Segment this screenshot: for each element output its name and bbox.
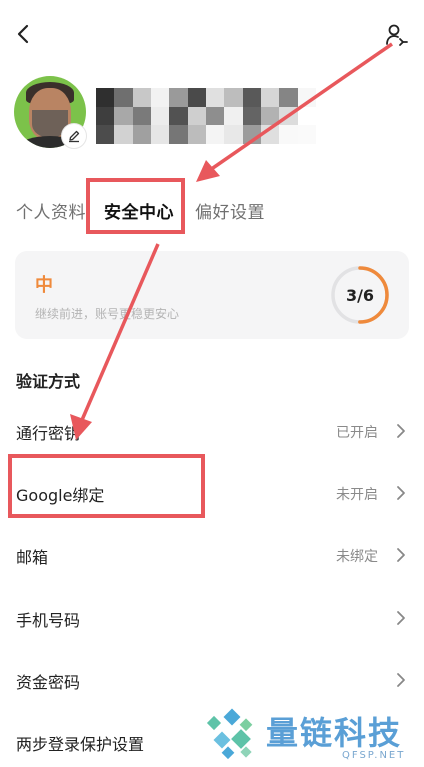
chevron-right-icon: [397, 548, 405, 562]
mosaic-cell: [206, 106, 225, 126]
mosaic-cell: [279, 125, 298, 144]
chevron-right-icon: [397, 424, 405, 438]
list-item-status: 未开启: [336, 487, 378, 503]
user-settings-icon[interactable]: [384, 22, 410, 48]
mosaic-cell: [279, 88, 298, 107]
tab-personal-info[interactable]: 个人资料: [16, 198, 86, 223]
mosaic-cell: [224, 106, 243, 126]
security-level: 中: [35, 275, 53, 296]
top-bar: [0, 0, 424, 64]
mosaic-cell: [114, 106, 133, 126]
mosaic-cell: [169, 106, 188, 126]
mosaic-cell: [169, 125, 188, 144]
list-item-passkey[interactable]: 通行密钥 已开启: [0, 406, 424, 456]
mosaic-cell: [187, 106, 206, 126]
mosaic-cell: [114, 88, 133, 107]
list-item-status: 已开启: [336, 425, 378, 441]
watermark-title: 量链科技: [266, 714, 403, 752]
arrow-head-security-tab: [196, 160, 220, 182]
back-icon[interactable]: [12, 20, 34, 48]
mosaic-cell: [261, 106, 280, 126]
username-mosaic: [96, 88, 316, 144]
mosaic-cell: [169, 88, 188, 107]
google-binding-highlight-box: [8, 454, 205, 518]
mosaic-cell: [151, 88, 170, 107]
mosaic-cell: [96, 125, 115, 144]
mosaic-cell: [224, 88, 243, 107]
chevron-right-icon: [397, 673, 405, 687]
security-tab-highlight-box: [86, 178, 185, 234]
mosaic-cell: [242, 88, 261, 107]
chevron-right-icon: [397, 486, 405, 500]
list-item-label: 手机号码: [16, 611, 81, 630]
mosaic-cell: [96, 88, 115, 107]
mosaic-cell: [206, 125, 225, 144]
list-item-phone[interactable]: 手机号码: [0, 593, 424, 643]
mosaic-cell: [242, 125, 261, 144]
mosaic-cell: [297, 106, 316, 126]
edit-icon: [69, 130, 80, 143]
mosaic-cell: [132, 125, 151, 144]
security-level-card[interactable]: 中 继续前进，账号更稳更安心 3/6: [15, 251, 409, 339]
mosaic-cell: [132, 106, 151, 126]
mosaic-cell: [297, 88, 316, 107]
mosaic-cell: [96, 106, 115, 126]
list-item-fund-password[interactable]: 资金密码: [0, 655, 424, 705]
watermark-subtitle: QFSP.NET: [342, 750, 406, 761]
security-hint: 继续前进，账号更稳更安心: [35, 307, 180, 321]
mosaic-cell: [132, 88, 151, 107]
profile-tabs: 个人资料 安全中心 偏好设置: [0, 190, 424, 230]
list-item-label: 邮箱: [16, 548, 49, 567]
mosaic-cell: [224, 125, 243, 144]
mosaic-cell: [261, 125, 280, 144]
list-item-label: 两步登录保护设置: [16, 735, 145, 754]
mosaic-cell: [114, 125, 133, 144]
mosaic-cell: [187, 88, 206, 107]
mosaic-cell: [242, 106, 261, 126]
list-item-email[interactable]: 邮箱 未绑定: [0, 530, 424, 580]
mosaic-cell: [297, 125, 316, 144]
security-score: 3/6: [345, 285, 375, 305]
edit-avatar-button[interactable]: [61, 123, 87, 149]
verification-methods-title: 验证方式: [16, 372, 81, 391]
watermark: 量链科技 QFSP.NET: [202, 704, 424, 767]
mosaic-cell: [261, 88, 280, 107]
tab-preferences[interactable]: 偏好设置: [195, 198, 265, 223]
mosaic-cell: [279, 106, 298, 126]
mosaic-cell: [187, 125, 206, 144]
list-item-status: 未绑定: [336, 549, 378, 565]
list-item-label: 资金密码: [16, 673, 81, 692]
mosaic-cell: [151, 125, 170, 144]
chevron-right-icon: [397, 611, 405, 625]
mosaic-cell: [151, 106, 170, 126]
list-item-label: 通行密钥: [16, 424, 81, 443]
mosaic-cell: [206, 88, 225, 107]
watermark-logo-icon: [206, 708, 253, 760]
